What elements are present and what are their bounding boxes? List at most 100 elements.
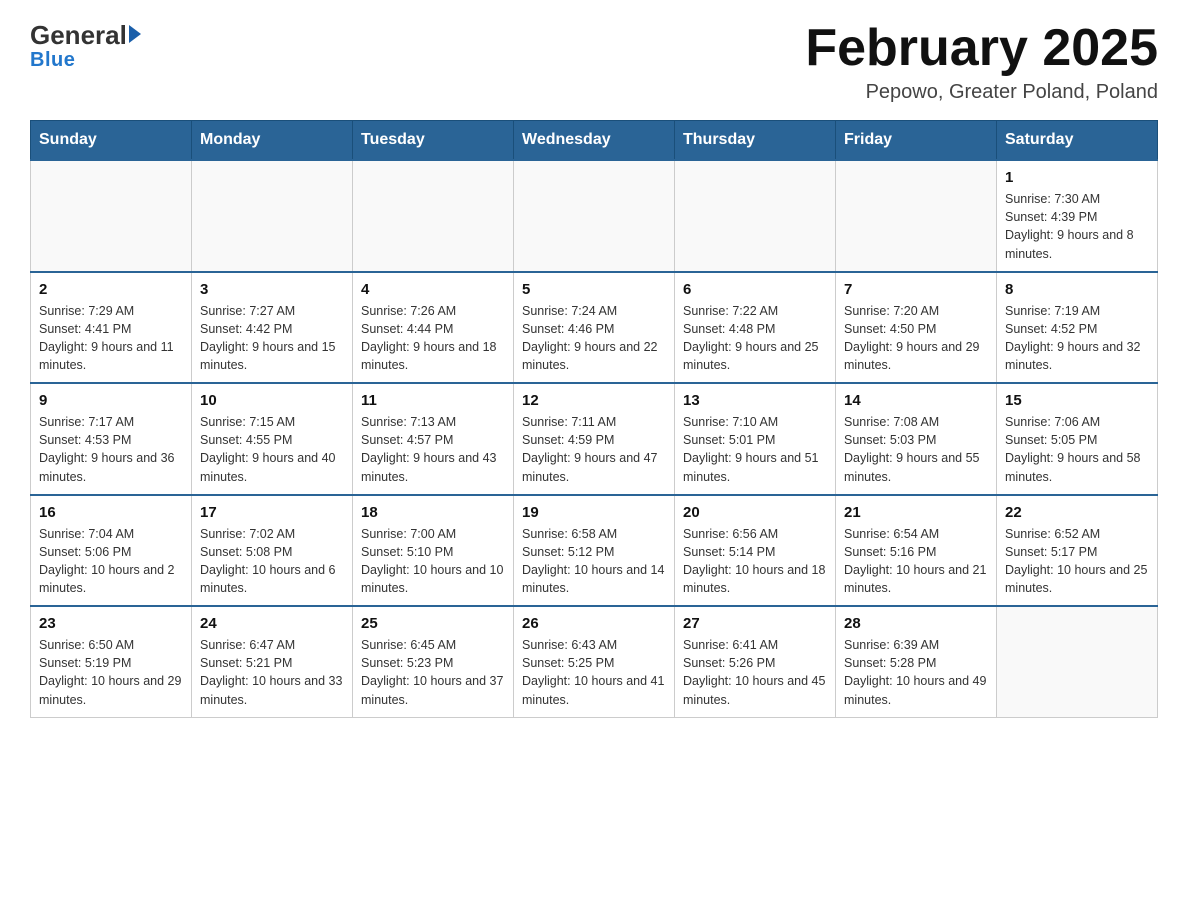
calendar-cell: 23 Sunrise: 6:50 AMSunset: 5:19 PMDayligh… <box>31 606 192 717</box>
day-info: Sunrise: 7:06 AMSunset: 5:05 PMDaylight:… <box>1005 413 1149 486</box>
day-info: Sunrise: 6:50 AMSunset: 5:19 PMDaylight:… <box>39 636 183 709</box>
day-info: Sunrise: 6:47 AMSunset: 5:21 PMDaylight:… <box>200 636 344 709</box>
day-number: 20 <box>683 504 827 521</box>
day-info: Sunrise: 6:39 AMSunset: 5:28 PMDaylight:… <box>844 636 988 709</box>
day-info: Sunrise: 7:19 AMSunset: 4:52 PMDaylight:… <box>1005 302 1149 375</box>
calendar-cell <box>192 160 353 272</box>
logo-blue-text: Blue <box>30 49 75 72</box>
day-info: Sunrise: 6:45 AMSunset: 5:23 PMDaylight:… <box>361 636 505 709</box>
day-info: Sunrise: 6:43 AMSunset: 5:25 PMDaylight:… <box>522 636 666 709</box>
day-number: 19 <box>522 504 666 521</box>
week-row-2: 2 Sunrise: 7:29 AMSunset: 4:41 PMDaylight… <box>31 272 1158 384</box>
day-info: Sunrise: 7:26 AMSunset: 4:44 PMDaylight:… <box>361 302 505 375</box>
calendar-cell: 17 Sunrise: 7:02 AMSunset: 5:08 PMDayligh… <box>192 495 353 607</box>
calendar-cell: 5 Sunrise: 7:24 AMSunset: 4:46 PMDaylight… <box>514 272 675 384</box>
calendar-cell: 8 Sunrise: 7:19 AMSunset: 4:52 PMDaylight… <box>997 272 1158 384</box>
page-header: General Blue February 2025 Pepowo, Great… <box>30 20 1158 104</box>
day-info: Sunrise: 6:58 AMSunset: 5:12 PMDaylight:… <box>522 525 666 598</box>
calendar-cell: 20Sunrise: 6:56 AMSunset: 5:14 PMDayligh… <box>675 495 836 607</box>
calendar-cell: 22 Sunrise: 6:52 AMSunset: 5:17 PMDayligh… <box>997 495 1158 607</box>
calendar-header-saturday: Saturday <box>997 121 1158 161</box>
day-number: 13 <box>683 392 827 409</box>
week-row-5: 23 Sunrise: 6:50 AMSunset: 5:19 PMDayligh… <box>31 606 1158 717</box>
day-number: 14 <box>844 392 988 409</box>
day-number: 4 <box>361 281 505 298</box>
day-info: Sunrise: 7:11 AMSunset: 4:59 PMDaylight:… <box>522 413 666 486</box>
day-number: 12 <box>522 392 666 409</box>
day-number: 26 <box>522 615 666 632</box>
location-text: Pepowo, Greater Poland, Poland <box>805 81 1158 104</box>
calendar-header-thursday: Thursday <box>675 121 836 161</box>
logo-general-text: General <box>30 20 127 51</box>
day-number: 21 <box>844 504 988 521</box>
calendar-cell: 7Sunrise: 7:20 AMSunset: 4:50 PMDaylight… <box>836 272 997 384</box>
calendar-cell: 19 Sunrise: 6:58 AMSunset: 5:12 PMDayligh… <box>514 495 675 607</box>
day-info: Sunrise: 7:27 AMSunset: 4:42 PMDaylight:… <box>200 302 344 375</box>
calendar-cell <box>353 160 514 272</box>
day-number: 11 <box>361 392 505 409</box>
logo-triangle-icon <box>129 25 141 43</box>
calendar-cell <box>997 606 1158 717</box>
day-number: 23 <box>39 615 183 632</box>
day-number: 24 <box>200 615 344 632</box>
calendar-header-row: SundayMondayTuesdayWednesdayThursdayFrid… <box>31 121 1158 161</box>
day-info: Sunrise: 7:22 AMSunset: 4:48 PMDaylight:… <box>683 302 827 375</box>
calendar-table: SundayMondayTuesdayWednesdayThursdayFrid… <box>30 120 1158 718</box>
day-info: Sunrise: 7:02 AMSunset: 5:08 PMDaylight:… <box>200 525 344 598</box>
day-number: 22 <box>1005 504 1149 521</box>
logo: General Blue <box>30 20 141 72</box>
day-info: Sunrise: 6:41 AMSunset: 5:26 PMDaylight:… <box>683 636 827 709</box>
calendar-cell: 26 Sunrise: 6:43 AMSunset: 5:25 PMDayligh… <box>514 606 675 717</box>
calendar-cell <box>514 160 675 272</box>
calendar-cell: 6 Sunrise: 7:22 AMSunset: 4:48 PMDaylight… <box>675 272 836 384</box>
day-info: Sunrise: 7:08 AMSunset: 5:03 PMDaylight:… <box>844 413 988 486</box>
day-number: 25 <box>361 615 505 632</box>
day-info: Sunrise: 6:52 AMSunset: 5:17 PMDaylight:… <box>1005 525 1149 598</box>
day-info: Sunrise: 7:15 AMSunset: 4:55 PMDaylight:… <box>200 413 344 486</box>
day-number: 16 <box>39 504 183 521</box>
day-number: 15 <box>1005 392 1149 409</box>
calendar-cell: 16 Sunrise: 7:04 AMSunset: 5:06 PMDayligh… <box>31 495 192 607</box>
calendar-cell: 9Sunrise: 7:17 AMSunset: 4:53 PMDaylight… <box>31 383 192 495</box>
calendar-cell: 3 Sunrise: 7:27 AMSunset: 4:42 PMDaylight… <box>192 272 353 384</box>
day-number: 2 <box>39 281 183 298</box>
day-info: Sunrise: 7:29 AMSunset: 4:41 PMDaylight:… <box>39 302 183 375</box>
calendar-cell <box>836 160 997 272</box>
week-row-4: 16 Sunrise: 7:04 AMSunset: 5:06 PMDayligh… <box>31 495 1158 607</box>
day-info: Sunrise: 7:04 AMSunset: 5:06 PMDaylight:… <box>39 525 183 598</box>
calendar-cell <box>31 160 192 272</box>
day-number: 17 <box>200 504 344 521</box>
calendar-cell: 11 Sunrise: 7:13 AMSunset: 4:57 PMDayligh… <box>353 383 514 495</box>
calendar-cell: 28 Sunrise: 6:39 AMSunset: 5:28 PMDayligh… <box>836 606 997 717</box>
calendar-cell: 4 Sunrise: 7:26 AMSunset: 4:44 PMDaylight… <box>353 272 514 384</box>
calendar-cell: 13 Sunrise: 7:10 AMSunset: 5:01 PMDayligh… <box>675 383 836 495</box>
day-number: 6 <box>683 281 827 298</box>
day-info: Sunrise: 7:10 AMSunset: 5:01 PMDaylight:… <box>683 413 827 486</box>
month-title: February 2025 <box>805 20 1158 77</box>
title-block: February 2025 Pepowo, Greater Poland, Po… <box>805 20 1158 104</box>
day-number: 1 <box>1005 169 1149 186</box>
day-info: Sunrise: 6:54 AMSunset: 5:16 PMDaylight:… <box>844 525 988 598</box>
week-row-1: 1 Sunrise: 7:30 AMSunset: 4:39 PMDaylight… <box>31 160 1158 272</box>
day-number: 8 <box>1005 281 1149 298</box>
day-info: Sunrise: 7:24 AMSunset: 4:46 PMDaylight:… <box>522 302 666 375</box>
day-number: 18 <box>361 504 505 521</box>
calendar-header-tuesday: Tuesday <box>353 121 514 161</box>
calendar-cell: 18 Sunrise: 7:00 AMSunset: 5:10 PMDayligh… <box>353 495 514 607</box>
day-info: Sunrise: 7:13 AMSunset: 4:57 PMDaylight:… <box>361 413 505 486</box>
day-number: 5 <box>522 281 666 298</box>
day-info: Sunrise: 7:30 AMSunset: 4:39 PMDaylight:… <box>1005 190 1149 263</box>
calendar-header-wednesday: Wednesday <box>514 121 675 161</box>
day-number: 10 <box>200 392 344 409</box>
day-info: Sunrise: 7:00 AMSunset: 5:10 PMDaylight:… <box>361 525 505 598</box>
day-number: 3 <box>200 281 344 298</box>
day-info: Sunrise: 7:20 AMSunset: 4:50 PMDaylight:… <box>844 302 988 375</box>
calendar-cell <box>675 160 836 272</box>
calendar-cell: 2 Sunrise: 7:29 AMSunset: 4:41 PMDaylight… <box>31 272 192 384</box>
calendar-cell: 25 Sunrise: 6:45 AMSunset: 5:23 PMDayligh… <box>353 606 514 717</box>
calendar-header-friday: Friday <box>836 121 997 161</box>
calendar-cell: 15 Sunrise: 7:06 AMSunset: 5:05 PMDayligh… <box>997 383 1158 495</box>
calendar-cell: 27Sunrise: 6:41 AMSunset: 5:26 PMDayligh… <box>675 606 836 717</box>
calendar-header-monday: Monday <box>192 121 353 161</box>
day-number: 28 <box>844 615 988 632</box>
